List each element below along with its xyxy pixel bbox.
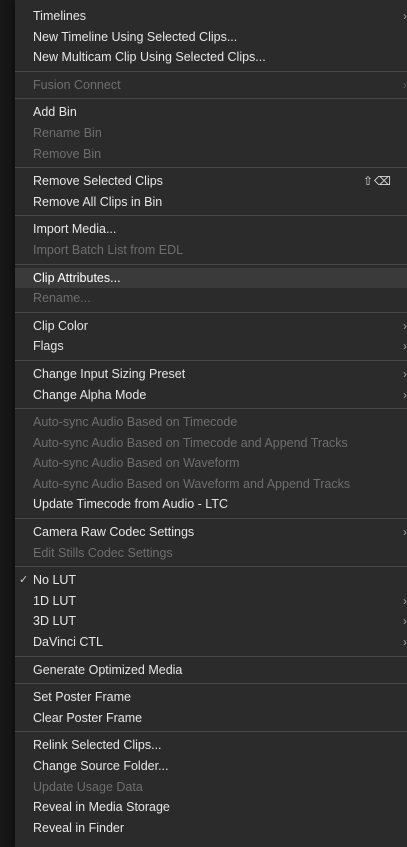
chevron-right-icon: ›	[403, 614, 407, 629]
menu-separator	[15, 731, 407, 733]
menu-item-remove-selected-clips[interactable]: Remove Selected Clips ⇧⌫	[15, 171, 407, 192]
chevron-right-icon: ›	[403, 635, 407, 650]
menu-item-label: Clip Color	[33, 318, 88, 333]
menu-item-1d-lut[interactable]: 1D LUT ›	[15, 591, 407, 612]
menu-separator	[15, 311, 407, 313]
menu-item-clip-color[interactable]: Clip Color ›	[15, 316, 407, 337]
menu-item-label: Rename...	[33, 291, 91, 306]
menu-item-label: Auto-sync Audio Based on Waveform	[33, 456, 240, 471]
menu-item-change-source-folder[interactable]: Change Source Folder...	[15, 756, 407, 777]
menu-item-label: Camera Raw Codec Settings	[33, 525, 195, 540]
menu-item-label: Update Timecode from Audio - LTC	[33, 497, 228, 512]
menu-item-label: 1D LUT	[33, 593, 77, 608]
checkmark-icon: ✓	[19, 574, 29, 587]
menu-item-clip-attributes[interactable]: Clip Attributes...	[15, 267, 407, 289]
keyboard-shortcut: ⇧⌫	[363, 174, 393, 189]
menu-item-label: Clear Poster Frame	[33, 710, 143, 725]
menu-item-label: Change Source Folder...	[33, 759, 169, 773]
menu-item-change-alpha-mode[interactable]: Change Alpha Mode ›	[15, 385, 407, 406]
chevron-right-icon: ›	[403, 593, 407, 608]
menu-separator	[15, 70, 407, 72]
menu-item-new-multicam-clip-using-selected-clips[interactable]: New Multicam Clip Using Selected Clips..…	[15, 47, 407, 68]
menu-item-label: Relink Selected Clips...	[33, 738, 162, 753]
menu-item-label: Set Poster Frame	[33, 690, 131, 705]
menu-item-label: Add Bin	[33, 105, 77, 120]
menu-item-flags[interactable]: Flags ›	[15, 336, 407, 357]
menu-item-3d-lut[interactable]: 3D LUT ›	[15, 611, 407, 632]
menu-item-generate-optimized-media[interactable]: Generate Optimized Media	[15, 660, 407, 681]
menu-separator	[15, 518, 407, 520]
menu-separator	[15, 215, 407, 217]
menu-item-import-batch-list-from-edl: Import Batch List from EDL	[15, 240, 407, 261]
menu-item-label: Edit Stills Codec Settings	[33, 545, 173, 560]
menu-separator	[15, 566, 407, 568]
chevron-right-icon: ›	[403, 9, 407, 23]
menu-item-label: Reveal in Finder	[33, 820, 125, 835]
menu-item-label: Fusion Connect	[33, 77, 121, 92]
chevron-right-icon: ›	[403, 318, 407, 333]
menu-separator	[15, 167, 407, 169]
menu-item-label: Generate Optimized Media	[33, 662, 183, 677]
menu-item-label: Reveal in Media Storage	[33, 800, 170, 815]
menu-item-timelines[interactable]: Timelines ›	[15, 6, 407, 27]
chevron-right-icon: ›	[403, 387, 407, 402]
menu-item-add-bin[interactable]: Add Bin	[15, 102, 407, 123]
menu-item-label: Clip Attributes...	[33, 270, 121, 285]
menu-item-label: Auto-sync Audio Based on Waveform and Ap…	[33, 476, 351, 491]
menu-item-reveal-in-media-storage[interactable]: Reveal in Media Storage	[15, 797, 407, 818]
chevron-right-icon: ›	[403, 77, 407, 92]
menu-item-label: Remove Bin	[33, 146, 102, 161]
menu-item-davinci-ctl[interactable]: DaVinci CTL ›	[15, 632, 407, 653]
menu-item-label: Rename Bin	[33, 125, 102, 140]
menu-item-auto-sync-audio-based-on-timecode-and-append-tracks: Auto-sync Audio Based on Timecode and Ap…	[15, 433, 407, 454]
chevron-right-icon: ›	[403, 366, 407, 381]
menu-item-rename-bin: Rename Bin	[15, 123, 407, 144]
menu-item-label: Auto-sync Audio Based on Timecode	[33, 415, 238, 430]
menu-item-auto-sync-audio-based-on-timecode: Auto-sync Audio Based on Timecode	[15, 412, 407, 433]
menu-separator	[15, 683, 407, 685]
menu-item-label: Import Batch List from EDL	[33, 242, 184, 257]
menu-separator	[15, 263, 407, 265]
menu-item-update-timecode-from-audio-ltc[interactable]: Update Timecode from Audio - LTC	[15, 494, 407, 515]
menu-item-import-media[interactable]: Import Media...	[15, 219, 407, 240]
menu-item-auto-sync-audio-based-on-waveform: Auto-sync Audio Based on Waveform	[15, 453, 407, 474]
menu-item-update-usage-data: Update Usage Data	[15, 777, 407, 798]
context-menu: Timelines › New Timeline Using Selected Cl…	[15, 0, 407, 847]
menu-item-edit-stills-codec-settings: Edit Stills Codec Settings	[15, 543, 407, 564]
menu-separator	[15, 359, 407, 361]
menu-item-label: Update Usage Data	[33, 779, 143, 794]
menu-item-label: Change Alpha Mode	[33, 387, 147, 402]
chevron-right-icon: ›	[403, 525, 407, 540]
menu-item-label: New Multicam Clip Using Selected Clips..…	[33, 50, 266, 65]
menu-item-label: Auto-sync Audio Based on Timecode and Ap…	[33, 435, 348, 450]
menu-item-remove-bin: Remove Bin	[15, 144, 407, 165]
menu-item-auto-sync-audio-based-on-waveform-and-append-tracks: Auto-sync Audio Based on Waveform and Ap…	[15, 474, 407, 495]
menu-item-remove-all-clips-in-bin[interactable]: Remove All Clips in Bin	[15, 192, 407, 213]
menu-item-label: Change Input Sizing Preset	[33, 366, 186, 381]
menu-item-reveal-in-finder[interactable]: Reveal in Finder	[15, 818, 407, 839]
menu-item-label: Remove All Clips in Bin	[33, 194, 163, 209]
menu-item-relink-selected-clips[interactable]: Relink Selected Clips...	[15, 735, 407, 756]
menu-item-label: Import Media...	[33, 222, 117, 237]
menu-item-label: DaVinci CTL	[33, 635, 103, 650]
chevron-right-icon: ›	[403, 339, 407, 354]
menu-separator	[15, 408, 407, 410]
menu-item-label: 3D LUT	[33, 614, 77, 629]
menu-item-set-poster-frame[interactable]: Set Poster Frame	[15, 687, 407, 708]
menu-separator	[15, 655, 407, 657]
menu-item-label: No LUT	[33, 573, 77, 588]
menu-separator	[15, 98, 407, 100]
menu-item-label: New Timeline Using Selected Clips...	[33, 29, 238, 44]
menu-item-clear-poster-frame[interactable]: Clear Poster Frame	[15, 708, 407, 729]
menu-item-no-lut[interactable]: ✓ No LUT	[15, 570, 407, 591]
menu-item-camera-raw-codec-settings[interactable]: Camera Raw Codec Settings ›	[15, 522, 407, 543]
menu-item-fusion-connect: Fusion Connect ›	[15, 75, 407, 96]
menu-item-rename: Rename...	[15, 288, 407, 309]
menu-item-label: Flags	[33, 339, 64, 354]
menu-item-change-input-sizing-preset[interactable]: Change Input Sizing Preset ›	[15, 364, 407, 385]
menu-item-label: Remove Selected Clips	[33, 174, 163, 189]
menu-item-new-timeline-using-selected-clips[interactable]: New Timeline Using Selected Clips...	[15, 27, 407, 48]
background-panel	[0, 0, 15, 847]
menu-item-label: Timelines	[33, 9, 87, 23]
